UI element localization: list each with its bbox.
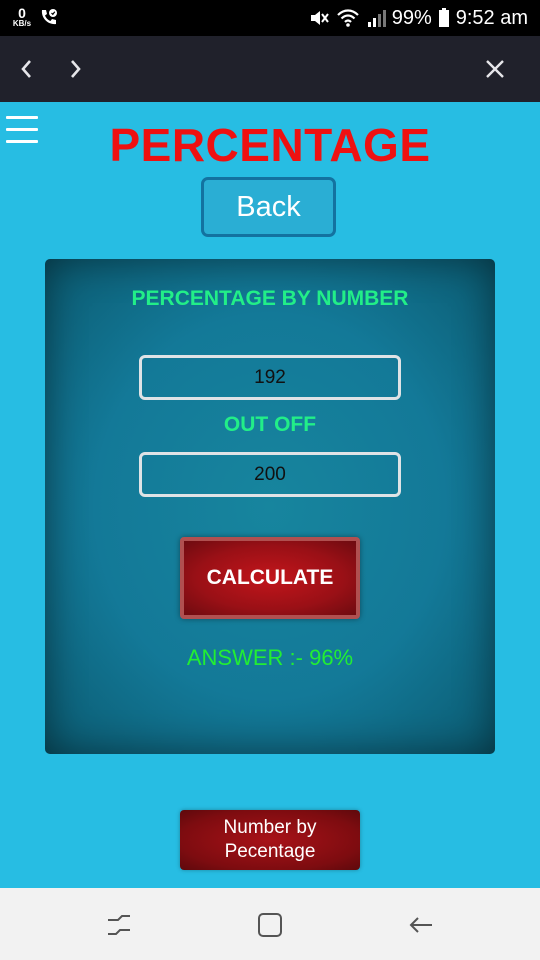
battery-icon	[438, 8, 449, 27]
signal-icon	[367, 10, 386, 27]
home-icon[interactable]	[255, 910, 285, 940]
back-button[interactable]: Back	[201, 177, 336, 237]
back-icon[interactable]	[406, 910, 436, 940]
number-by-percentage-button[interactable]: Number by Pecentage	[180, 810, 360, 870]
close-icon[interactable]	[482, 56, 508, 82]
clock: 9:52 am	[455, 6, 528, 29]
forward-arrow-icon[interactable]	[62, 56, 88, 82]
number-by-percentage-label: Number by Pecentage	[223, 817, 317, 862]
card-heading: PERCENTAGE BY NUMBER	[131, 287, 409, 310]
out-off-label: OUT OFF	[223, 413, 317, 436]
network-speed: 0 KB/s	[10, 6, 34, 28]
calculator-card: PERCENTAGE BY NUMBER OUT OFF CALCULATE A…	[45, 259, 495, 754]
calculate-button[interactable]: CALCULATE	[180, 537, 360, 619]
network-speed-unit: KB/s	[12, 19, 32, 28]
back-arrow-icon[interactable]	[14, 56, 40, 82]
call-icon	[41, 9, 57, 25]
wifi-icon	[336, 9, 359, 27]
answer-text: ANSWER :- 96%	[186, 645, 354, 670]
status-right: 99% 9:52 am	[308, 0, 528, 36]
mute-icon	[310, 11, 329, 25]
total-field[interactable]	[139, 452, 401, 497]
battery-percent: 99%	[391, 6, 432, 29]
recent-apps-icon[interactable]	[104, 910, 134, 940]
network-speed-value: 0	[18, 5, 26, 21]
number-field[interactable]	[139, 355, 401, 400]
page-title: PERCENTAGE	[109, 119, 431, 171]
status-bar: 0 KB/s 99% 9:52 am	[0, 0, 540, 36]
browser-toolbar	[0, 36, 540, 102]
system-nav-bar	[0, 888, 540, 960]
